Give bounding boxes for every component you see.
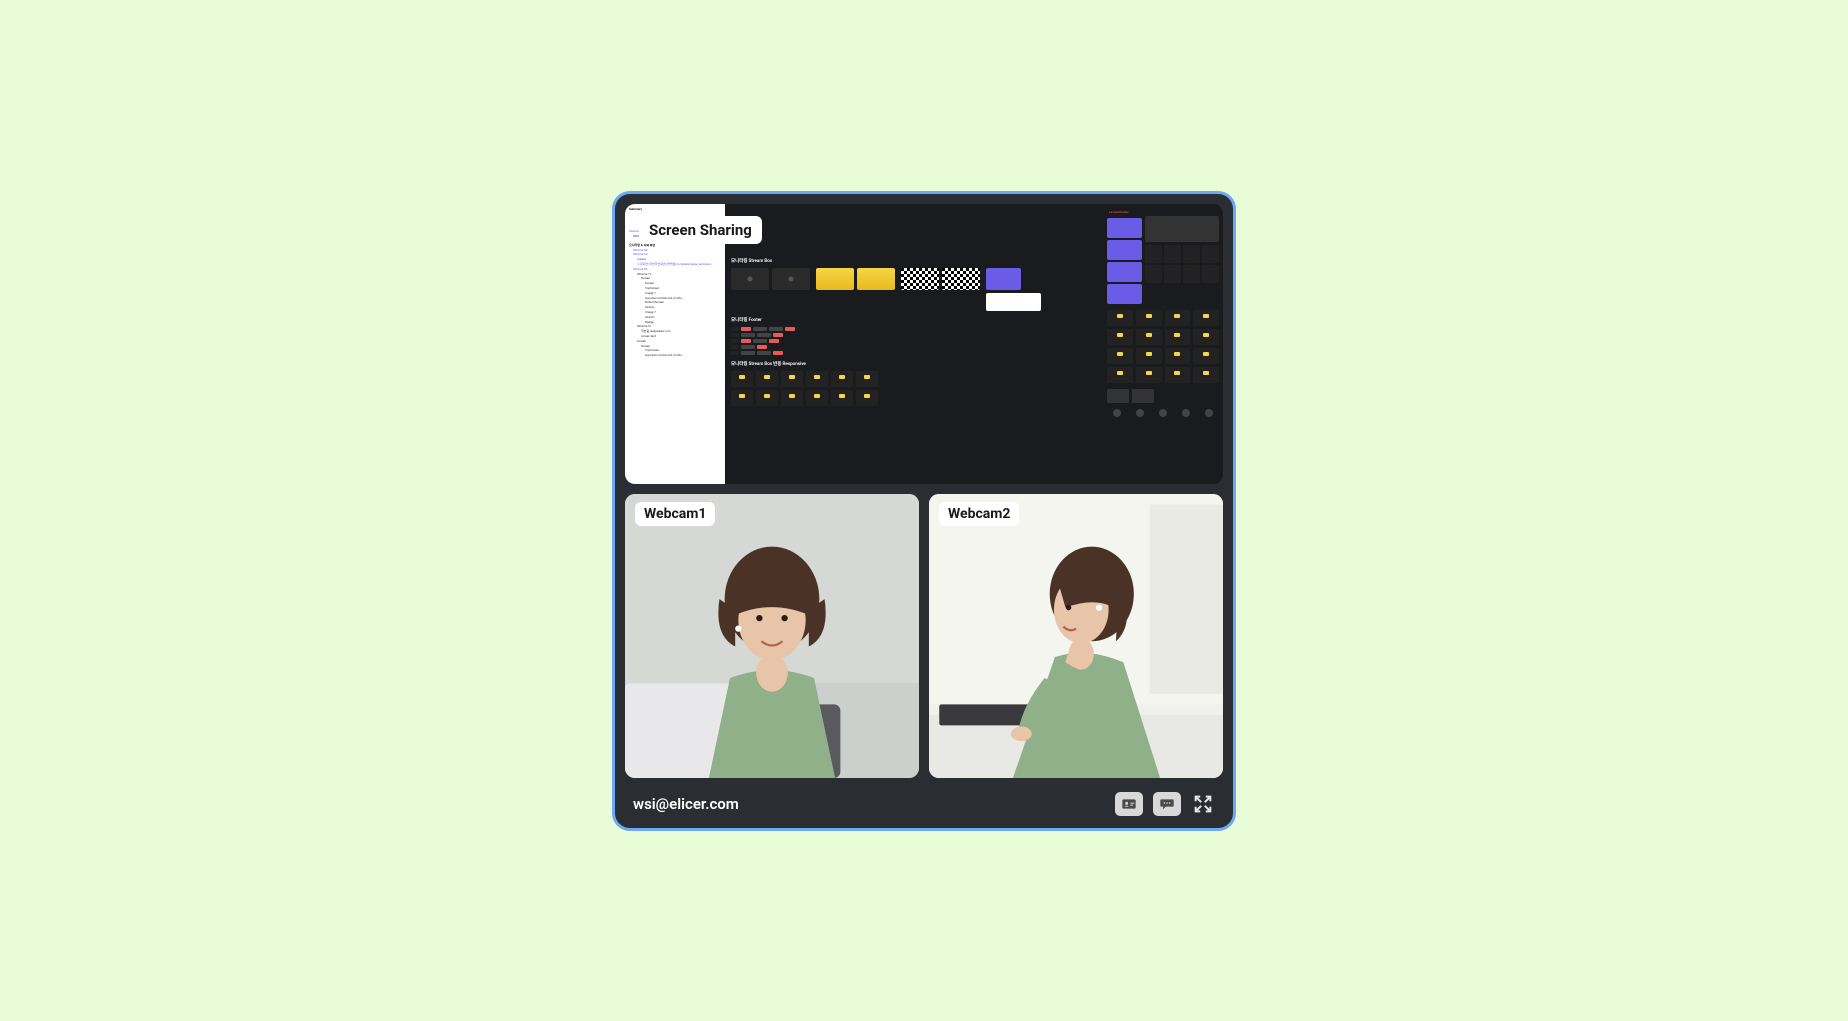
footer-bar: wsi@elicer.com: [625, 788, 1223, 818]
panel-label-webcam1: Webcam1: [635, 502, 715, 526]
panel-label-webcam2: Webcam2: [939, 502, 1019, 526]
chat-button[interactable]: [1153, 792, 1181, 816]
screenshare-canvas-right: LectureHeader: [1103, 204, 1223, 484]
screenshare-tree-sidebar: Summary #Lecture Viewer #Frame 4 모니터링 & …: [625, 204, 725, 484]
panel-label-screenshare: Screen Sharing: [639, 216, 762, 244]
chat-icon: [1159, 796, 1175, 812]
screen-sharing-panel[interactable]: Screen Sharing Summary #Lecture Viewer #…: [625, 204, 1223, 484]
contact-card-icon: [1121, 796, 1137, 812]
footer-controls: [1115, 792, 1215, 816]
video-call-window: Screen Sharing Summary #Lecture Viewer #…: [612, 191, 1236, 831]
webcam2-panel[interactable]: Webcam2: [929, 494, 1223, 778]
expand-button[interactable]: [1191, 792, 1215, 816]
expand-icon: [1192, 793, 1214, 815]
webcam-row: Webcam1 Webcam2: [625, 494, 1223, 778]
webcam2-image: [929, 494, 1223, 778]
user-email: wsi@elicer.com: [633, 795, 739, 813]
webcam1-image: [625, 494, 919, 778]
contact-card-button[interactable]: [1115, 792, 1143, 816]
screenshare-canvas-mid: 모니터링 Stream Box 모니터링 Footer: [725, 204, 1103, 484]
webcam1-panel[interactable]: Webcam1: [625, 494, 919, 778]
